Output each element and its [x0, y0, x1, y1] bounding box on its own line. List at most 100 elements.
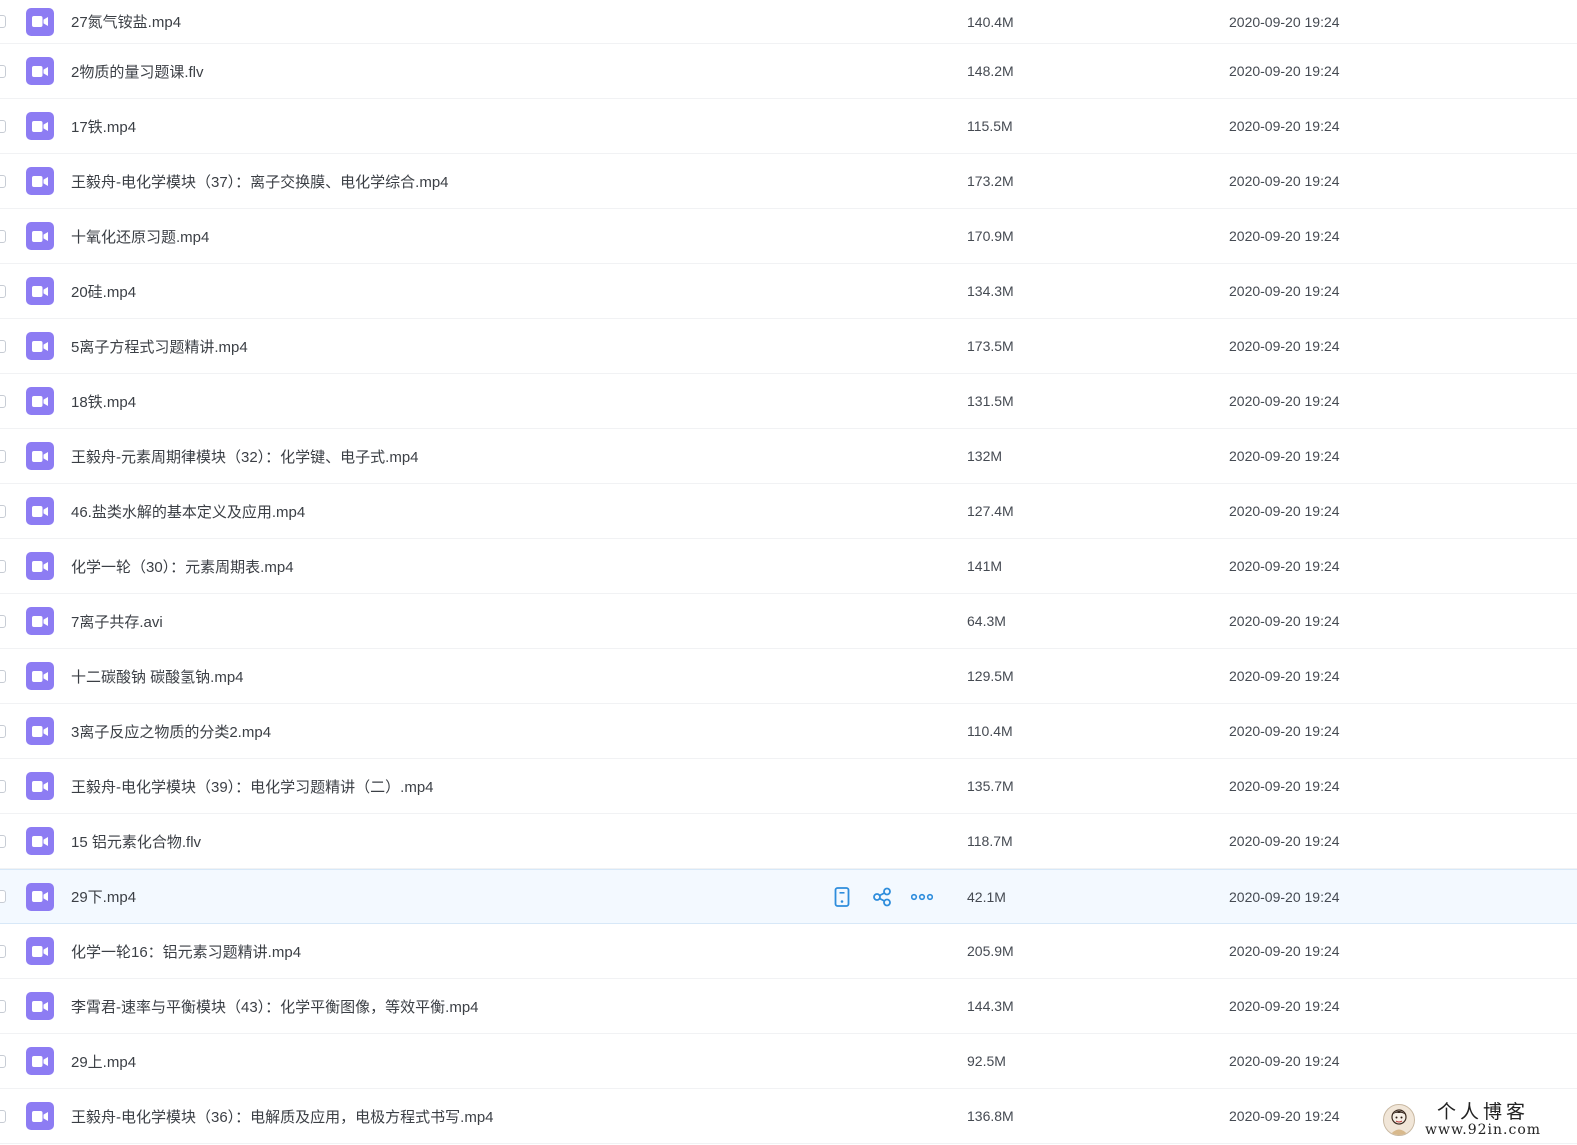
file-name[interactable]: 十二碳酸钠 碳酸氢钠.mp4 [71, 666, 244, 687]
row-checkbox[interactable] [0, 999, 6, 1013]
row-checkbox[interactable] [0, 834, 6, 848]
file-name[interactable]: 3离子反应之物质的分类2.mp4 [71, 721, 271, 742]
video-camera-icon [26, 57, 54, 85]
more-icon[interactable] [910, 885, 934, 909]
video-camera-icon [26, 827, 54, 855]
row-checkbox[interactable] [0, 229, 6, 243]
file-date: 2020-09-20 19:24 [1229, 833, 1340, 849]
file-row[interactable]: 十氧化还原习题.mp4 170.9M 2020-09-20 19:24 [0, 209, 1577, 264]
video-camera-icon [26, 772, 54, 800]
file-name[interactable]: 46.盐类水解的基本定义及应用.mp4 [71, 501, 305, 522]
watermark: 个人博客 www.92in.com [1379, 1101, 1569, 1139]
file-name[interactable]: 李霄君-速率与平衡模块（43）：化学平衡图像，等效平衡.mp4 [71, 996, 479, 1017]
video-camera-icon [26, 387, 54, 415]
video-camera-icon [26, 112, 54, 140]
file-row[interactable]: 李霄君-速率与平衡模块（43）：化学平衡图像，等效平衡.mp4 144.3M 2… [0, 979, 1577, 1034]
file-date: 2020-09-20 19:24 [1229, 503, 1340, 519]
file-size: 42.1M [967, 888, 1006, 905]
file-name[interactable]: 7离子共存.avi [71, 611, 163, 632]
row-checkbox[interactable] [0, 779, 6, 793]
row-checkbox[interactable] [0, 284, 6, 298]
file-size: 131.5M [967, 393, 1014, 409]
row-checkbox[interactable] [0, 944, 6, 958]
file-date: 2020-09-20 19:24 [1229, 998, 1340, 1014]
file-size: 148.2M [967, 63, 1014, 79]
phone-icon[interactable] [830, 885, 854, 909]
file-name[interactable]: 十氧化还原习题.mp4 [71, 226, 209, 247]
file-row[interactable]: 7离子共存.avi 64.3M 2020-09-20 19:24 [0, 594, 1577, 649]
file-size: 110.4M [967, 723, 1013, 739]
file-name[interactable]: 化学一轮16：铝元素习题精讲.mp4 [71, 941, 301, 962]
video-camera-icon [26, 1102, 54, 1130]
file-row[interactable]: 十二碳酸钠 碳酸氢钠.mp4 129.5M 2020-09-20 19:24 [0, 649, 1577, 704]
file-date: 2020-09-20 19:24 [1229, 63, 1340, 79]
share-icon[interactable] [870, 885, 894, 909]
row-actions [830, 885, 934, 909]
row-checkbox[interactable] [0, 724, 6, 738]
row-checkbox[interactable] [0, 119, 6, 133]
file-row[interactable]: 王毅舟-元素周期律模块（32）：化学键、电子式.mp4 132M 2020-09… [0, 429, 1577, 484]
file-row[interactable]: 王毅舟-电化学模块（37）：离子交换膜、电化学综合.mp4 173.2M 202… [0, 154, 1577, 209]
file-row[interactable]: 王毅舟-电化学模块（39）：电化学习题精讲（二）.mp4 135.7M 2020… [0, 759, 1577, 814]
file-row[interactable]: 王毅舟-电化学模块（36）：电解质及应用，电极方程式书写.mp4 136.8M … [0, 1089, 1577, 1144]
file-name[interactable]: 5离子方程式习题精讲.mp4 [71, 336, 248, 357]
file-size: 64.3M [967, 613, 1006, 629]
file-row[interactable]: 5离子方程式习题精讲.mp4 173.5M 2020-09-20 19:24 [0, 319, 1577, 374]
file-row[interactable]: 20硅.mp4 134.3M 2020-09-20 19:24 [0, 264, 1577, 319]
row-checkbox[interactable] [0, 669, 6, 683]
file-row[interactable]: 29上.mp4 92.5M 2020-09-20 19:24 [0, 1034, 1577, 1089]
file-row[interactable]: 17铁.mp4 115.5M 2020-09-20 19:24 [0, 99, 1577, 154]
file-date: 2020-09-20 19:24 [1229, 338, 1340, 354]
file-row[interactable]: 15 铝元素化合物.flv 118.7M 2020-09-20 19:24 [0, 814, 1577, 869]
row-checkbox[interactable] [0, 15, 6, 28]
file-name[interactable]: 20硅.mp4 [71, 281, 136, 302]
file-row[interactable]: 46.盐类水解的基本定义及应用.mp4 127.4M 2020-09-20 19… [0, 484, 1577, 539]
watermark-avatar-icon [1383, 1104, 1415, 1136]
video-camera-icon [26, 167, 54, 195]
video-camera-icon [26, 332, 54, 360]
file-name[interactable]: 王毅舟-元素周期律模块（32）：化学键、电子式.mp4 [71, 446, 419, 467]
row-checkbox[interactable] [0, 1109, 6, 1123]
row-checkbox[interactable] [0, 449, 6, 463]
file-row-hovered[interactable]: 29下.mp4 42.1M 2020-09-20 19:24 [0, 869, 1577, 924]
row-checkbox[interactable] [0, 394, 6, 408]
row-checkbox[interactable] [0, 614, 6, 628]
file-name[interactable]: 王毅舟-电化学模块（36）：电解质及应用，电极方程式书写.mp4 [71, 1106, 494, 1127]
file-name[interactable]: 27氮气铵盐.mp4 [71, 11, 181, 32]
watermark-text: 个人博客 www.92in.com [1425, 1103, 1541, 1138]
file-name[interactable]: 29上.mp4 [71, 1051, 136, 1072]
row-checkbox[interactable] [0, 339, 6, 353]
file-name[interactable]: 王毅舟-电化学模块（37）：离子交换膜、电化学综合.mp4 [71, 171, 449, 192]
row-checkbox[interactable] [0, 1054, 6, 1068]
file-date: 2020-09-20 19:24 [1229, 613, 1340, 629]
row-checkbox[interactable] [0, 174, 6, 188]
file-row[interactable]: 27氮气铵盐.mp4 140.4M 2020-09-20 19:24 [0, 0, 1577, 44]
file-size: 118.7M [967, 833, 1013, 849]
file-name[interactable]: 29下.mp4 [71, 886, 136, 907]
file-name[interactable]: 化学一轮（30）：元素周期表.mp4 [71, 556, 294, 577]
file-name[interactable]: 18铁.mp4 [71, 391, 136, 412]
file-date: 2020-09-20 19:24 [1229, 778, 1340, 794]
row-checkbox[interactable] [0, 890, 6, 903]
row-checkbox[interactable] [0, 64, 6, 78]
file-row[interactable]: 化学一轮16：铝元素习题精讲.mp4 205.9M 2020-09-20 19:… [0, 924, 1577, 979]
video-camera-icon [26, 607, 54, 635]
file-row[interactable]: 18铁.mp4 131.5M 2020-09-20 19:24 [0, 374, 1577, 429]
file-row[interactable]: 化学一轮（30）：元素周期表.mp4 141M 2020-09-20 19:24 [0, 539, 1577, 594]
file-date: 2020-09-20 19:24 [1229, 283, 1340, 299]
file-size: 140.4M [967, 13, 1014, 30]
video-camera-icon [26, 442, 54, 470]
row-checkbox[interactable] [0, 559, 6, 573]
video-camera-icon [26, 937, 54, 965]
file-name[interactable]: 2物质的量习题课.flv [71, 61, 204, 82]
file-row[interactable]: 2物质的量习题课.flv 148.2M 2020-09-20 19:24 [0, 44, 1577, 99]
row-checkbox[interactable] [0, 504, 6, 518]
file-name[interactable]: 15 铝元素化合物.flv [71, 831, 201, 852]
video-camera-icon [26, 882, 54, 911]
file-size: 173.2M [967, 173, 1014, 189]
file-name[interactable]: 17铁.mp4 [71, 116, 136, 137]
file-size: 173.5M [967, 338, 1014, 354]
video-camera-icon [26, 552, 54, 580]
file-name[interactable]: 王毅舟-电化学模块（39）：电化学习题精讲（二）.mp4 [71, 776, 434, 797]
file-row[interactable]: 3离子反应之物质的分类2.mp4 110.4M 2020-09-20 19:24 [0, 704, 1577, 759]
